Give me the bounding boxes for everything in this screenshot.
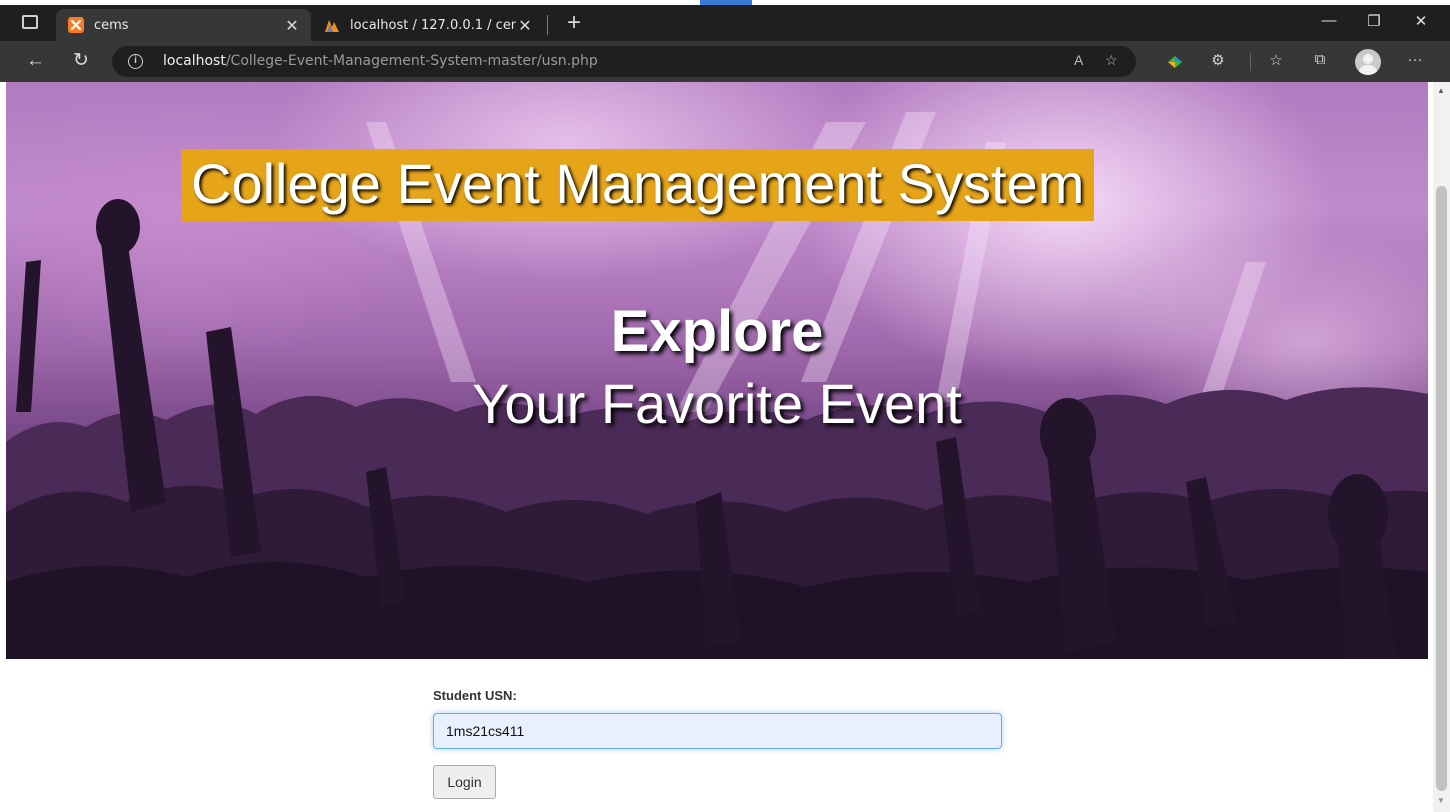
hero-headline: Explore bbox=[610, 299, 824, 364]
reload-icon[interactable]: ↻ bbox=[73, 50, 89, 72]
avatar-body bbox=[1359, 65, 1377, 75]
collections-icon[interactable]: ⧉ bbox=[1309, 51, 1331, 68]
profile-icon[interactable] bbox=[1355, 49, 1381, 75]
tab-divider bbox=[547, 15, 548, 35]
avatar-head bbox=[1363, 54, 1373, 64]
close-tab-icon[interactable]: ✕ bbox=[283, 16, 301, 35]
page-scrollbar[interactable]: ▲ ▼ bbox=[1433, 82, 1450, 812]
address-bar[interactable]: i localhost/College-Event-Management-Sys… bbox=[112, 46, 1136, 77]
close-window-button[interactable]: ✕ bbox=[1411, 12, 1431, 30]
usn-label: Student USN: bbox=[433, 688, 517, 703]
phpmyadmin-icon bbox=[325, 20, 339, 32]
page-viewport: College Event Management System Explore … bbox=[0, 82, 1433, 812]
xampp-icon bbox=[68, 17, 84, 33]
hero-tagline: Your Favorite Event bbox=[472, 372, 962, 435]
close-tab-icon[interactable]: ✕ bbox=[516, 16, 534, 35]
toolbar-divider bbox=[1250, 53, 1251, 71]
extensions-icon[interactable]: ⚙ bbox=[1207, 51, 1229, 69]
minimize-button[interactable]: — bbox=[1319, 12, 1339, 29]
login-button[interactable]: Login bbox=[433, 765, 496, 799]
site-title: College Event Management System bbox=[181, 149, 1095, 221]
hero-banner: College Event Management System Explore … bbox=[6, 82, 1428, 659]
scroll-down-icon[interactable]: ▼ bbox=[1437, 796, 1445, 805]
scroll-up-icon[interactable]: ▲ bbox=[1437, 86, 1445, 95]
tab-cems[interactable]: cems ✕ bbox=[56, 9, 311, 41]
url-host: localhost bbox=[163, 53, 226, 69]
scrollbar-thumb[interactable] bbox=[1436, 186, 1447, 791]
copilot-icon[interactable] bbox=[1166, 54, 1184, 70]
usn-login-form: Student USN: Login bbox=[433, 682, 1003, 799]
tab-title: cems bbox=[94, 17, 129, 33]
usn-input[interactable] bbox=[433, 713, 1002, 749]
favorites-icon[interactable]: ☆ bbox=[1265, 51, 1287, 69]
add-favorite-icon[interactable]: ☆ bbox=[1105, 52, 1118, 69]
restore-button[interactable]: ❐ bbox=[1364, 12, 1384, 30]
new-tab-button[interactable]: + bbox=[567, 9, 581, 37]
tab-title: localhost / 127.0.0.1 / cems / par bbox=[350, 17, 516, 33]
tab-actions-icon[interactable] bbox=[22, 15, 38, 29]
url-path: /College-Event-Management-System-master/… bbox=[225, 53, 598, 69]
browser-tab-strip: cems ✕ localhost / 127.0.0.1 / cems / pa… bbox=[0, 0, 1450, 41]
more-icon[interactable]: ··· bbox=[1404, 51, 1426, 68]
tab-phpmyadmin[interactable]: localhost / 127.0.0.1 / cems / par ✕ bbox=[312, 9, 544, 41]
browser-toolbar: ← ↻ i localhost/College-Event-Management… bbox=[0, 41, 1450, 82]
window-top-accent bbox=[700, 0, 752, 5]
site-info-icon[interactable]: i bbox=[128, 54, 143, 69]
back-icon[interactable]: ← bbox=[26, 50, 45, 72]
url-text[interactable]: localhost/College-Event-Management-Syste… bbox=[163, 53, 598, 69]
read-aloud-icon[interactable]: A bbox=[1074, 52, 1083, 68]
